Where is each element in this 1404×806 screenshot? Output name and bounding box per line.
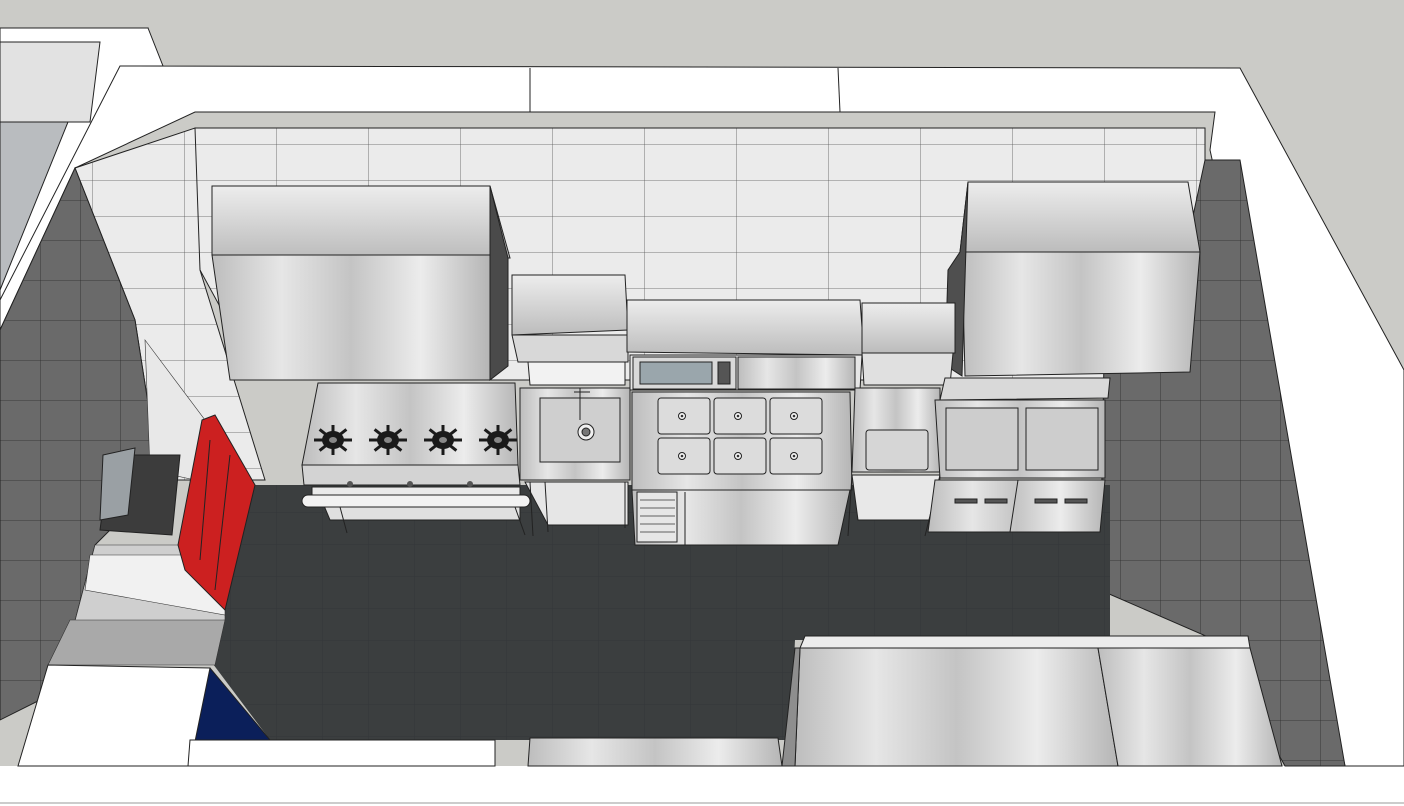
right-exhaust-hood xyxy=(944,181,1201,377)
warmer-well xyxy=(769,397,823,435)
doorway-grey-floor xyxy=(47,619,226,666)
fryer-basket-left xyxy=(945,407,1019,471)
warmer-well xyxy=(657,437,711,475)
four-burner-range xyxy=(301,382,531,536)
bottom-margin xyxy=(0,766,1404,806)
burner-grate xyxy=(424,425,462,455)
island-work-table xyxy=(781,635,1283,767)
bottom-left-block xyxy=(17,664,211,767)
warmer-well xyxy=(769,437,823,475)
warmer-well xyxy=(713,397,767,435)
burner-grate xyxy=(479,425,517,455)
kitchen-3d-scene xyxy=(0,0,1404,806)
front-counter-left xyxy=(187,739,496,767)
undercounter-refrigerator xyxy=(631,489,851,546)
left-exhaust-hood xyxy=(211,185,511,382)
burner-grate xyxy=(314,425,352,455)
microwave-warmer-bay xyxy=(626,299,865,391)
fryer-basket-right xyxy=(1025,407,1099,471)
double-deep-fryer xyxy=(927,377,1111,533)
bain-marie-warmer xyxy=(631,391,853,491)
front-counter-middle xyxy=(527,737,783,767)
burner-grate xyxy=(369,425,407,455)
warmer-well xyxy=(713,437,767,475)
left-upper-panel xyxy=(0,41,101,123)
warmer-well xyxy=(657,397,711,435)
microwave-oven xyxy=(632,356,737,390)
